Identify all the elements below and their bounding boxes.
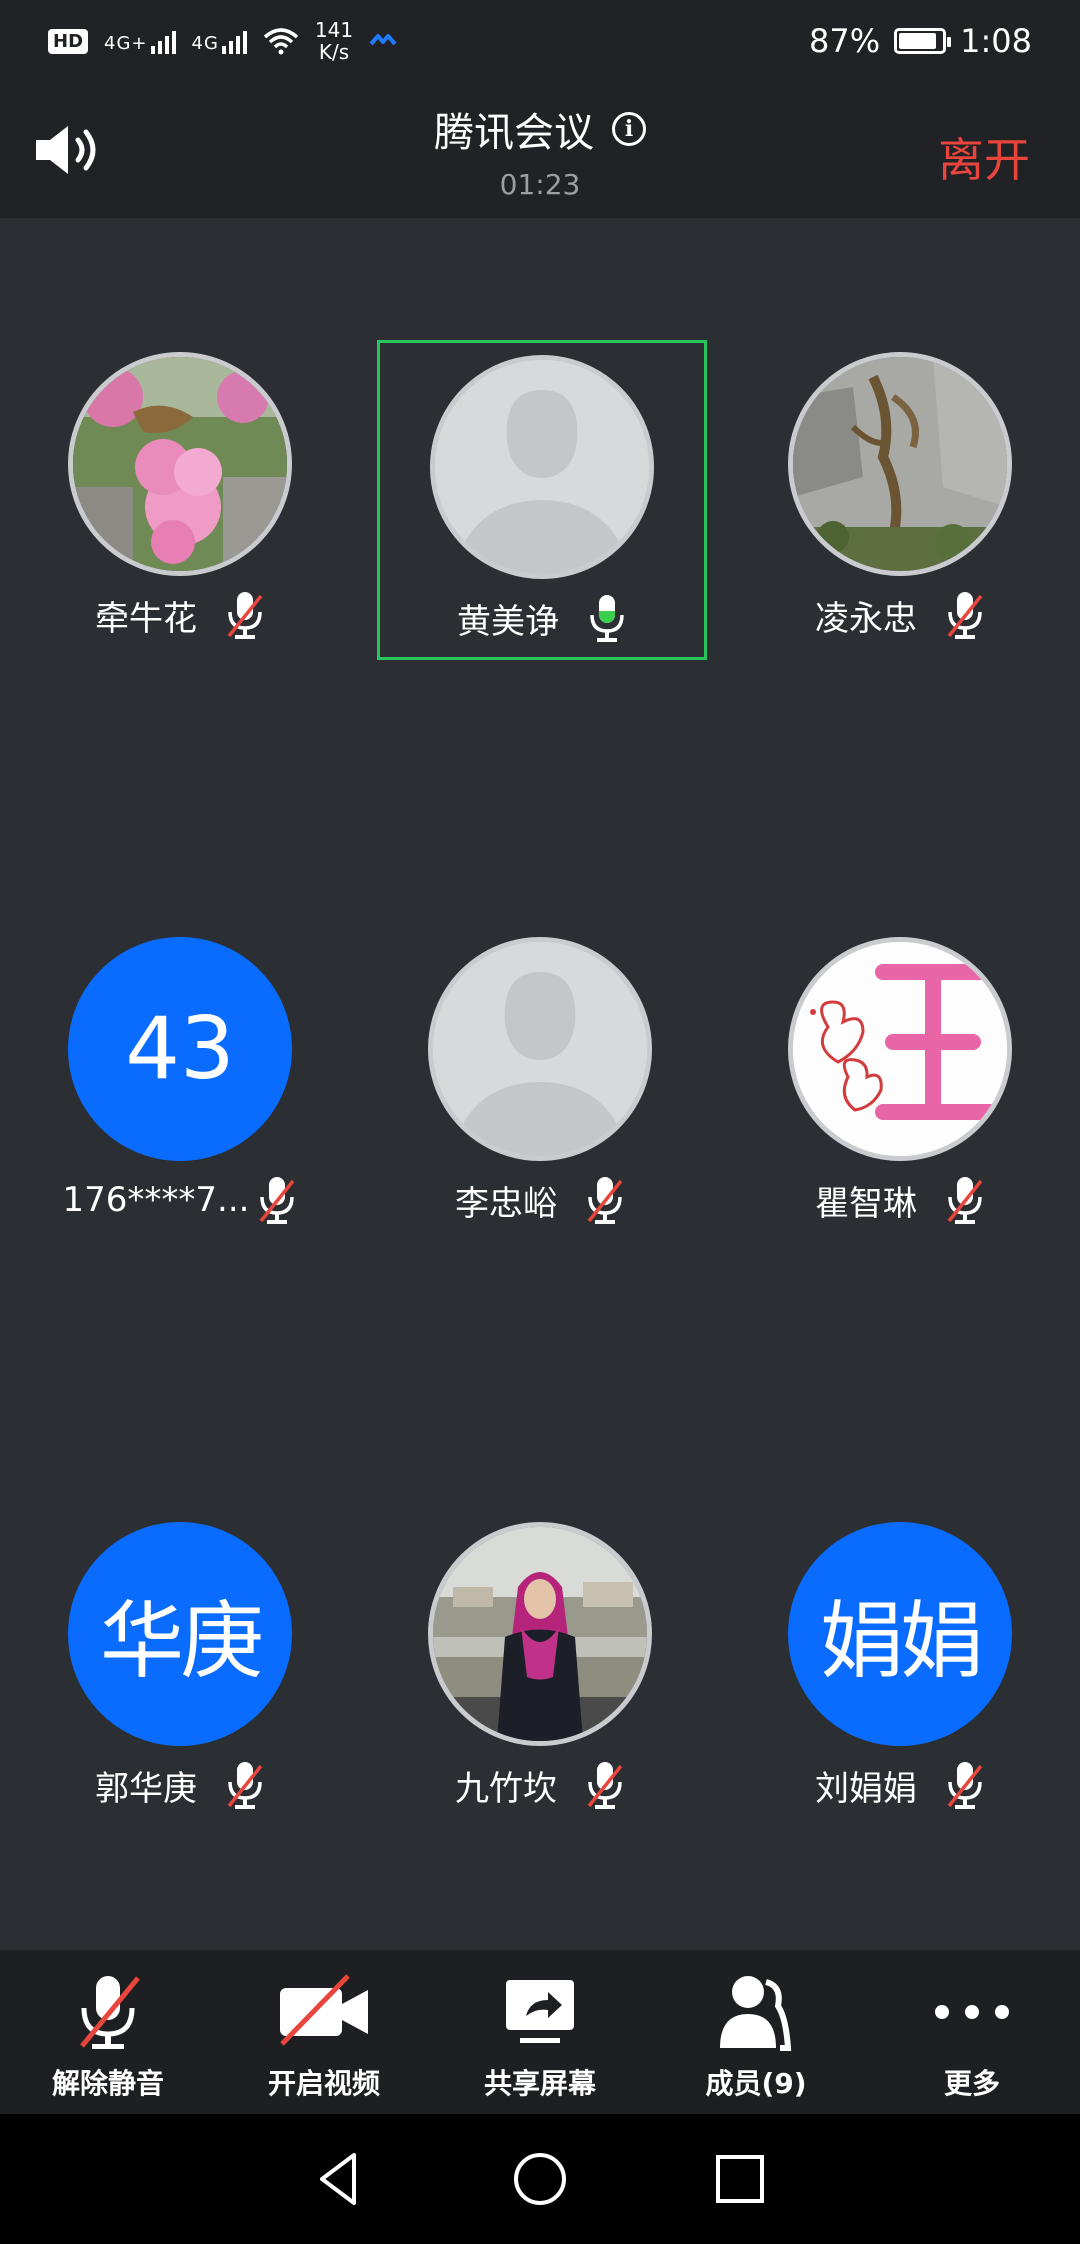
unmute-label: 解除静音 bbox=[51, 2067, 164, 2100]
share-screen-label: 共享屏幕 bbox=[483, 2067, 596, 2100]
app-notification-icon bbox=[369, 34, 397, 46]
participant-name-row: 刘娟娟 bbox=[735, 1760, 1065, 1810]
participant-name-row: 176****7... bbox=[15, 1175, 345, 1225]
participant-tile[interactable]: 43 176****7... bbox=[15, 925, 345, 1245]
participant-tile[interactable]: 李忠峪 bbox=[375, 925, 705, 1245]
participant-name: 176****7... bbox=[62, 1180, 250, 1220]
meeting-timer: 01:23 bbox=[499, 168, 581, 201]
flower-photo bbox=[73, 357, 287, 571]
participant-name-row: 郭华庚 bbox=[15, 1760, 345, 1810]
mic-muted-icon bbox=[227, 592, 263, 639]
participant-name: 刘娟娟 bbox=[815, 1768, 917, 1809]
signal-2-icon: 4G bbox=[192, 28, 247, 54]
avatar bbox=[428, 1522, 652, 1746]
status-bar: HD 4G+ 4G 141 K/s 87% 1:08 bbox=[0, 0, 1080, 82]
camera-off-icon bbox=[280, 1974, 368, 2046]
mic-muted-icon bbox=[587, 1177, 623, 1224]
avatar-initials: 43 bbox=[68, 937, 292, 1161]
participant-name-row: 李忠峪 bbox=[375, 1175, 705, 1225]
status-left: HD 4G+ 4G 141 K/s bbox=[48, 19, 397, 63]
hd-badge: HD bbox=[48, 28, 89, 54]
wifi-icon bbox=[263, 28, 299, 55]
participant-name-row: 九竹坎 bbox=[375, 1760, 705, 1810]
avatar bbox=[68, 352, 292, 576]
participant-name-row: 瞿智琳 bbox=[735, 1175, 1065, 1225]
mic-muted-icon bbox=[947, 1762, 983, 1809]
members-button[interactable]: 成员(9) bbox=[648, 1950, 864, 2114]
back-icon[interactable] bbox=[310, 2149, 370, 2209]
person-photo bbox=[433, 1527, 647, 1741]
participant-name-row: 黄美诤 bbox=[380, 593, 704, 643]
participant-name: 瞿智琳 bbox=[815, 1183, 917, 1224]
mic-muted-icon bbox=[227, 1762, 263, 1809]
more-label: 更多 bbox=[943, 2067, 1000, 2100]
participant-name: 黄美诤 bbox=[457, 601, 559, 642]
meeting-title[interactable]: 腾讯会议 i bbox=[434, 100, 646, 158]
recents-icon[interactable] bbox=[710, 2149, 770, 2209]
avatar bbox=[428, 937, 652, 1161]
signal-1-icon: 4G+ bbox=[104, 28, 176, 54]
meeting-toolbar: 解除静音 开启视频 共享屏幕 成员(9) 更多 bbox=[0, 1950, 1080, 2114]
participant-name: 李忠峪 bbox=[455, 1183, 557, 1224]
leave-button[interactable]: 离开 bbox=[938, 124, 1030, 190]
avatar-initials: 华庚 bbox=[68, 1522, 292, 1746]
participant-name-row: 凌永忠 bbox=[735, 590, 1065, 640]
mic-muted-icon bbox=[260, 1177, 295, 1224]
participant-tile[interactable]: 华庚 郭华庚 bbox=[15, 1510, 345, 1830]
participant-name: 九竹坎 bbox=[455, 1768, 557, 1809]
net-speed: 141 K/s bbox=[314, 18, 354, 64]
participant-tile[interactable]: 瞿智琳 bbox=[735, 925, 1065, 1245]
participant-tile[interactable]: 凌永忠 bbox=[735, 340, 1065, 660]
more-icon bbox=[935, 2005, 1009, 2019]
share-screen-icon bbox=[506, 1980, 574, 2043]
participant-tile[interactable]: 娟娟 刘娟娟 bbox=[735, 1510, 1065, 1830]
members-icon bbox=[720, 1976, 792, 2051]
meeting-header: 腾讯会议 i 01:23 离开 bbox=[0, 82, 1080, 218]
rock-photo bbox=[793, 357, 1007, 571]
default-avatar-icon bbox=[435, 360, 649, 574]
participant-tile-speaking[interactable]: 黄美诤 bbox=[377, 340, 707, 660]
start-video-label: 开启视频 bbox=[267, 2067, 380, 2100]
title-block: 腾讯会议 i 01:23 bbox=[0, 100, 1080, 201]
avatar bbox=[788, 937, 1012, 1161]
participant-name: 凌永忠 bbox=[815, 598, 917, 639]
share-screen-button[interactable]: 共享屏幕 bbox=[432, 1950, 648, 2114]
participant-name: 郭华庚 bbox=[95, 1768, 197, 1809]
participant-name-row: 牵牛花 bbox=[15, 590, 345, 640]
participant-tile[interactable]: 九竹坎 bbox=[375, 1510, 705, 1830]
avatar-initials: 娟娟 bbox=[788, 1522, 1012, 1746]
avatar bbox=[788, 352, 1012, 576]
battery-icon bbox=[894, 28, 952, 54]
mic-active-icon bbox=[590, 595, 624, 642]
info-icon[interactable]: i bbox=[612, 112, 646, 146]
clock: 1:08 bbox=[960, 22, 1032, 60]
participant-name: 牵牛花 bbox=[95, 598, 197, 639]
more-button[interactable]: 更多 bbox=[864, 1950, 1080, 2114]
mic-muted-icon bbox=[947, 1177, 983, 1224]
participant-tile[interactable]: 牵牛花 bbox=[15, 340, 345, 660]
unmute-button[interactable]: 解除静音 bbox=[0, 1950, 216, 2114]
start-video-button[interactable]: 开启视频 bbox=[216, 1950, 432, 2114]
mic-muted-icon bbox=[947, 592, 983, 639]
mic-muted-icon bbox=[587, 1762, 623, 1809]
system-nav-bar bbox=[0, 2114, 1080, 2244]
home-icon[interactable] bbox=[510, 2149, 570, 2209]
status-right: 87% 1:08 bbox=[809, 22, 1032, 60]
mic-muted-icon bbox=[80, 1976, 140, 2049]
battery-percent: 87% bbox=[809, 22, 881, 60]
drawing-photo bbox=[793, 942, 1007, 1156]
members-label: 成员(9) bbox=[705, 2067, 807, 2100]
default-avatar-icon bbox=[433, 942, 647, 1156]
avatar bbox=[430, 355, 654, 579]
